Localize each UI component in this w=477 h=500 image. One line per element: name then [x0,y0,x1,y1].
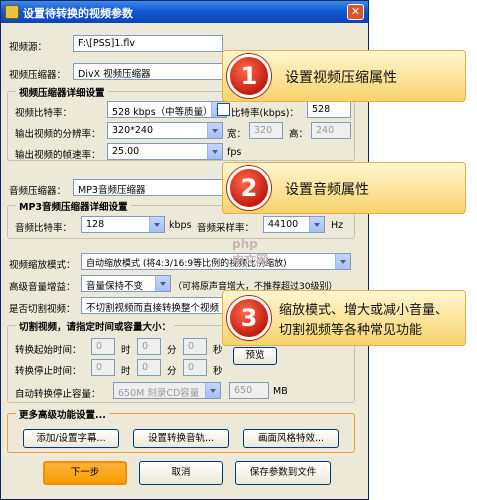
callout-number-2: 2 [227,166,271,210]
resolution-label: 输出视频的分辨率： [15,129,101,140]
stop-second-field[interactable]: 0 [183,359,207,376]
stop-minute-unit: 分 [167,366,177,377]
chevron-down-icon [149,217,164,232]
audio-compressor-select[interactable]: MP3音频压缩器 [73,179,223,196]
auto-stop-value: 650M 刻录CD容量 [118,388,200,399]
bitrate-checkbox[interactable] [217,103,230,116]
auto-stop-label: 自动转换停止容量： [15,389,101,400]
height-label: 高： [289,129,309,140]
chevron-down-icon [205,383,220,398]
advanced-title: 更多高级功能设置... [16,407,109,421]
chevron-down-icon [155,276,170,291]
callout-2: 2 设置音频属性 [222,162,466,214]
cut-video-label: 是否切割视频： [9,304,76,315]
watermark-logo: php 中文网 [232,237,269,267]
scale-mode-select[interactable]: 自动缩放模式 (将4:3/16:9等比例的视频比例缩放) [81,253,351,270]
next-button[interactable]: 下一步 [43,461,127,485]
framerate-select[interactable]: 25.00 [107,143,223,160]
video-compressor-value: DivX 视频压缩器 [78,69,151,80]
chevron-down-icon [207,123,222,138]
fps-label: fps [227,147,242,158]
title-bar: 设置待转换的视频参数 ✕ [1,1,368,23]
cut-video-value: 不切割视频而直接转换整个视频 [86,303,220,314]
close-button[interactable]: ✕ [347,4,364,20]
callout-3: 3 缩放模式、增大或减小音量、 切割视频等各种常见功能 [222,290,466,346]
resolution-select[interactable]: 320*240 [107,122,223,139]
callout-text-1: 设置视频压缩属性 [285,70,397,86]
app-icon [5,5,19,19]
callout-number-1: 1 [227,54,271,98]
video-bitrate-value: 528 kbps（中等质量） [112,107,213,118]
chevron-down-icon [309,217,324,232]
cancel-button[interactable]: 取消 [139,461,223,485]
volume-gain-select[interactable]: 音量保持不变 [81,275,171,292]
stop-second-unit: 秒 [213,366,223,377]
stop-minute-field[interactable]: 0 [137,359,161,376]
start-hour-field[interactable]: 0 [91,338,115,355]
callout-text-2: 设置音频属性 [285,182,369,198]
callout-text-3b: 切割视频等各种常见功能 [279,323,423,338]
video-bitrate-label: 视频比特率： [15,108,73,119]
framerate-value: 25.00 [112,146,140,157]
window-title: 设置待转换的视频参数 [23,7,133,20]
bitrate-kbps-label: 比特率(kbps)： [231,108,299,119]
video-source-field[interactable]: F:\[PSS]1.flv [73,35,223,52]
framerate-label: 输出视频的帧速率： [15,150,101,161]
audio-track-button[interactable]: 设置转换音轨... [133,429,229,448]
audio-bitrate-label: 音频比特率： [15,223,73,234]
audio-bitrate-select[interactable]: 128 [81,216,165,233]
chevron-down-icon [335,254,350,269]
stop-time-label: 转换停止时间： [15,366,82,377]
subtitle-button[interactable]: 添加/设置字幕... [23,429,119,448]
callout-number-3: 3 [227,296,271,340]
callout-text-3a: 缩放模式、增大或减小音量、 [279,303,449,318]
mb-label: MB [273,386,288,397]
start-time-label: 转换起始时间： [15,345,82,356]
width-field[interactable]: 320 [249,122,283,139]
audio-compressor-value: MP3音频压缩器 [78,185,146,196]
bitrate-kbps-field[interactable]: 528 [307,101,351,118]
save-params-button[interactable]: 保存参数到文件 [235,461,331,485]
hz-label: Hz [331,220,344,231]
start-second-unit: 秒 [213,345,223,356]
auto-stop-mb-field[interactable]: 650 [229,382,269,399]
audio-settings-title: MP3音频压缩器详细设置 [16,199,131,213]
video-compressor-select[interactable]: DivX 视频压缩器 [73,63,223,80]
style-effects-button[interactable]: 画面风格特效... [243,429,339,448]
scale-mode-label: 视频缩放模式： [9,260,76,271]
auto-stop-select[interactable]: 650M 刻录CD容量 [113,382,221,399]
width-label: 宽： [227,129,247,140]
video-compressor-label: 视频压缩器： [9,70,67,81]
stop-hour-unit: 时 [121,366,131,377]
samplerate-value: 44100 [268,219,299,230]
start-minute-unit: 分 [167,345,177,356]
cut-settings-title: 切割视频，请指定时间或容量大小： [16,319,175,333]
callout-1: 1 设置视频压缩属性 [222,50,466,102]
volume-gain-label: 高级音量增益： [9,282,76,293]
height-field[interactable]: 240 [311,122,351,139]
preview-button[interactable]: 预览 [233,347,277,365]
samplerate-select[interactable]: 44100 [263,216,325,233]
start-minute-field[interactable]: 0 [137,338,161,355]
volume-gain-value: 音量保持不变 [86,281,144,292]
resolution-value: 320*240 [112,125,154,136]
video-settings-title: 视频压缩器详细设置 [16,85,108,99]
video-source-label: 视频源： [9,42,48,53]
start-hour-unit: 时 [121,345,131,356]
audio-bitrate-value: 128 [86,219,105,230]
start-second-field[interactable]: 0 [183,338,207,355]
video-bitrate-select[interactable]: 528 kbps（中等质量） [107,101,227,118]
audio-compressor-label: 音频压缩器： [9,186,67,197]
chevron-down-icon [207,144,222,159]
cut-video-select[interactable]: 不切割视频而直接转换整个视频 [81,297,223,314]
stop-hour-field[interactable]: 0 [91,359,115,376]
samplerate-label: 音频采样率： [197,223,255,234]
audio-kbps-label: kbps [169,220,192,231]
